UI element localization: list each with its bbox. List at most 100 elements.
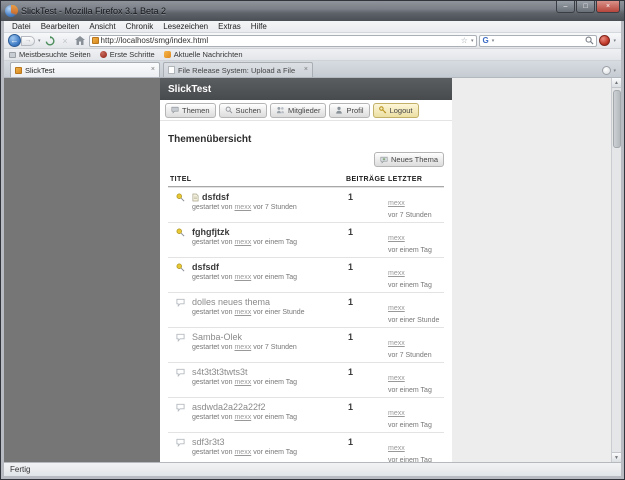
scroll-up-icon[interactable]: ▲ — [611, 78, 621, 88]
url-dropdown-icon[interactable]: ▾ — [470, 38, 475, 44]
topic-title-link[interactable]: s4t3t3t3twts3t — [192, 367, 248, 377]
topic-author-link[interactable]: mexx — [234, 309, 251, 316]
topic-author-link[interactable]: mexx — [234, 414, 251, 421]
forward-button[interactable]: → — [21, 35, 35, 46]
topic-title-link[interactable]: fghgfjtzk — [192, 227, 230, 237]
bookmark-getting-started[interactable]: Erste Schritte — [99, 50, 155, 59]
engine-dropdown-icon[interactable]: ▾ — [491, 38, 496, 44]
site-favicon-icon — [91, 37, 99, 44]
topic-meta: gestartet von mexx vor einem Tag — [192, 274, 298, 281]
topic-title-link[interactable]: dolles neues thema — [192, 297, 270, 307]
list-all-tabs-button[interactable]: ▾ — [602, 66, 617, 75]
url-input[interactable] — [100, 36, 459, 45]
topic-title-link[interactable]: dsfdsf — [202, 192, 229, 202]
header-beitraege: BEITRÄGE — [346, 176, 386, 183]
topic-title-link[interactable]: Samba-Olek — [192, 332, 242, 342]
menu-hilfe[interactable]: Hilfe — [246, 22, 272, 31]
tab-close-icon[interactable]: × — [151, 66, 155, 74]
topic-title-link[interactable]: dsfsdf — [192, 262, 219, 272]
vertical-scrollbar[interactable]: ▲ ▼ — [611, 78, 621, 462]
navigation-toolbar: ← → ▾ × ☆ ▾ G ▾ — [4, 33, 621, 49]
topic-meta: gestartet von mexx vor 7 Stunden — [192, 344, 297, 351]
last-author-link[interactable]: mexx — [388, 410, 405, 417]
pin-icon — [176, 228, 185, 254]
topic-meta: gestartet von mexx vor 7 Stunden — [192, 204, 297, 211]
window-title: SlickTest - Mozilla Firefox 3.1 Beta 2 — [21, 6, 167, 16]
menu-extras[interactable]: Extras — [213, 22, 246, 31]
scroll-down-icon[interactable]: ▼ — [611, 452, 621, 462]
topic-author-link[interactable]: mexx — [234, 204, 251, 211]
menu-lesezeichen[interactable]: Lesezeichen — [158, 22, 213, 31]
tab-slicktest[interactable]: SlickTest × — [10, 62, 160, 77]
back-button[interactable]: ← — [8, 34, 21, 47]
last-author-link[interactable]: mexx — [388, 445, 405, 452]
minimize-button[interactable]: – — [556, 1, 575, 13]
nav-mitglieder-button[interactable]: Mitglieder — [269, 102, 327, 118]
status-bar: Fertig — [4, 462, 621, 476]
last-post-time: vor 7 Stunden — [388, 212, 432, 219]
post-count: 1 — [348, 262, 354, 272]
menu-bearbeiten[interactable]: Bearbeiten — [36, 22, 85, 31]
last-author-link[interactable]: mexx — [388, 340, 405, 347]
tab-file-release[interactable]: File Release System: Upload a File × — [163, 62, 313, 77]
topic-author-link[interactable]: mexx — [234, 274, 251, 281]
topic-author-link[interactable]: mexx — [234, 344, 251, 351]
stop-button[interactable]: × — [59, 35, 72, 47]
table-row: s4t3t3t3twts3t gestartet von mexx vor ei… — [168, 362, 444, 397]
topics-icon — [171, 106, 179, 114]
search-icon[interactable] — [585, 36, 594, 45]
search-input[interactable] — [497, 36, 584, 45]
topic-title-link[interactable]: sdf3r3t3 — [192, 437, 225, 447]
document-icon — [192, 193, 199, 202]
addon-dropdown-icon[interactable]: ▾ — [612, 38, 617, 44]
feed-icon — [163, 51, 171, 58]
tab-close-icon[interactable]: × — [304, 66, 308, 74]
menu-datei[interactable]: Datei — [7, 22, 36, 31]
nav-profil-button[interactable]: Profil — [329, 102, 370, 118]
topic-author-link[interactable]: mexx — [234, 449, 251, 456]
home-button[interactable] — [74, 35, 87, 47]
last-author-link[interactable]: mexx — [388, 305, 405, 312]
google-engine-icon[interactable]: G — [482, 36, 488, 46]
site-header: SlickTest — [160, 78, 452, 100]
last-author-link[interactable]: mexx — [388, 270, 405, 277]
table-row: dsfsdf gestartet von mexx vor einem Tag … — [168, 257, 444, 292]
bookmark-most-visited[interactable]: Meistbesuchte Seiten — [9, 50, 91, 59]
table-row: dolles neues thema gestartet von mexx vo… — [168, 292, 444, 327]
menu-chronik[interactable]: Chronik — [121, 22, 159, 31]
maximize-button[interactable]: □ — [576, 1, 595, 13]
last-author-link[interactable]: mexx — [388, 375, 405, 382]
history-dropdown-icon[interactable]: ▾ — [37, 38, 42, 44]
last-author-link[interactable]: mexx — [388, 235, 405, 242]
nav-themen-button[interactable]: Themen — [165, 102, 216, 118]
last-author-link[interactable]: mexx — [388, 200, 405, 207]
comment-icon — [175, 298, 185, 324]
table-row: sdf3r3t3 gestartet von mexx vor einem Ta… — [168, 432, 444, 462]
bookmark-star-icon[interactable]: ☆ — [461, 36, 468, 46]
addon-button[interactable] — [599, 35, 611, 46]
url-bar[interactable]: ☆ ▾ — [88, 34, 478, 47]
close-button[interactable]: × — [596, 1, 620, 13]
scrollbar-thumb[interactable] — [612, 90, 621, 148]
search-bar[interactable]: G ▾ — [479, 34, 598, 47]
menubar: Datei Bearbeiten Ansicht Chronik Lesezei… — [4, 21, 621, 33]
nav-logout-button[interactable]: Logout — [372, 102, 419, 118]
last-post-time: vor einer Stunde — [388, 317, 440, 324]
titlebar[interactable]: SlickTest - Mozilla Firefox 3.1 Beta 2 –… — [1, 1, 624, 21]
bookmark-latest-news[interactable]: Aktuelle Nachrichten — [163, 50, 243, 59]
topic-author-link[interactable]: mexx — [234, 379, 251, 386]
post-count: 1 — [348, 332, 354, 342]
nav-suchen-button[interactable]: Suchen — [218, 102, 267, 118]
table-row: asdwda2a22a22f2 gestartet von mexx vor e… — [168, 397, 444, 432]
table-row: Samba-Olek gestartet von mexx vor 7 Stun… — [168, 327, 444, 362]
tab-favicon-icon — [15, 66, 22, 74]
new-topic-button[interactable]: Neues Thema — [374, 152, 444, 167]
last-post-time: vor einem Tag — [388, 282, 432, 289]
folder-icon — [9, 51, 16, 58]
getting-started-icon — [99, 51, 107, 58]
reload-button[interactable] — [44, 35, 57, 47]
topic-author-link[interactable]: mexx — [234, 239, 251, 246]
topic-title-link[interactable]: asdwda2a22a22f2 — [192, 402, 266, 412]
menu-ansicht[interactable]: Ansicht — [84, 22, 120, 31]
last-post-time: vor einem Tag — [388, 387, 432, 394]
